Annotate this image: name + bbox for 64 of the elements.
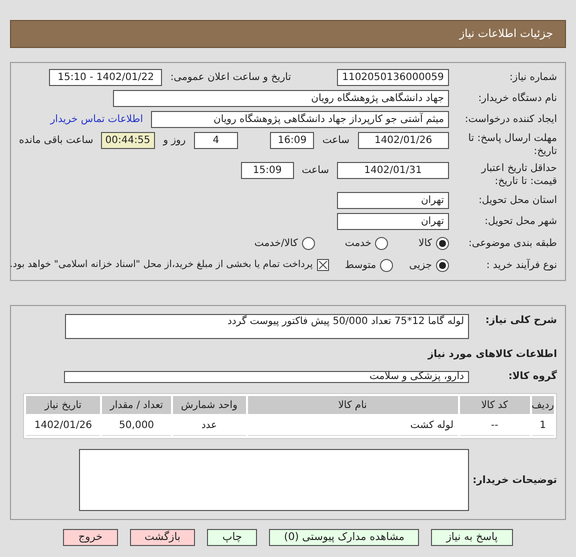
table-cell: 1 (532, 416, 554, 436)
action-button[interactable]: مشاهده مدارک پیوستی (0) (268, 529, 420, 546)
field-label: استان محل تحویل: (478, 194, 557, 207)
cross-icon (318, 261, 327, 269)
field-label: ساعت (302, 164, 329, 178)
field-label: روز و (163, 134, 186, 148)
header-title: جزئیات اطلاعات نیاز (459, 26, 553, 42)
text-field[interactable]: 1402/01/22 - 15:10 (49, 69, 162, 86)
action-button[interactable]: بازگشت (130, 529, 196, 546)
field-label: شماره نیاز: (508, 71, 557, 84)
radio-button[interactable] (436, 258, 449, 272)
radio-button[interactable] (436, 236, 449, 250)
field-label: ایجاد کننده درخواست: (464, 113, 557, 126)
field-label: مهلت ارسال پاسخ: تا تاریخ: (467, 132, 557, 158)
text-field[interactable]: 1102050136000059 (337, 69, 449, 86)
column-header: واحد شمارش (172, 396, 246, 414)
table-cell: 1402/01/26 (26, 416, 100, 436)
text-field[interactable]: 4 (194, 132, 238, 149)
column-header: تاریخ نیاز (26, 396, 100, 414)
checkbox[interactable] (316, 259, 329, 271)
field-label: متوسط (344, 258, 376, 272)
table-cell: لوله کشت (248, 416, 458, 436)
field-label: نام دستگاه خریدار: (477, 92, 557, 105)
field-label: تاریخ و ساعت اعلان عمومی: (170, 71, 291, 85)
group-field[interactable]: دارو، پزشکی و سلامت (64, 370, 469, 382)
field-label: خدمت (344, 236, 372, 250)
radio-button[interactable] (380, 258, 394, 272)
table-cell: -- (460, 416, 530, 436)
field-label: ساعت باقی مانده (19, 134, 94, 148)
radio-button[interactable] (302, 236, 315, 250)
text-field[interactable]: 15:09 (240, 162, 294, 179)
action-button[interactable]: پاسخ به نیاز (431, 529, 513, 546)
text-field[interactable]: 00:44:55 (101, 132, 156, 149)
text-field[interactable]: جهاد دانشگاهی پژوهشگاه رویان (113, 90, 449, 107)
column-header: ردیف (532, 396, 554, 414)
section-title: اطلاعات کالاهای مورد نیاز (426, 348, 557, 362)
column-header: تعداد / مقدار (102, 396, 171, 414)
field-label: حداقل تاریخ اعتبار قیمت: تا تاریخ: (480, 162, 557, 188)
field-label: شهر محل تحویل: (484, 215, 557, 228)
description-field[interactable]: لوله گاما 12*75 تعداد 50/000 پیش فاکتور پیوست گردد (65, 314, 469, 339)
text-field[interactable]: 1402/01/26 (358, 132, 449, 149)
radio-button[interactable] (375, 236, 388, 250)
text-field[interactable]: تهران (337, 192, 449, 209)
table-cell: عدد (172, 416, 246, 436)
column-header: کد کالا (460, 396, 530, 414)
field-label: پرداخت تمام یا بخشی از مبلغ خرید،از محل "اسناد خزانه اسلامی" خواهد بود. (10, 258, 313, 272)
action-button[interactable]: چاپ (207, 529, 257, 546)
contact-link[interactable]: اطلاعات تماس خریدار (50, 112, 143, 127)
action-button[interactable]: خروج (63, 529, 118, 546)
text-field[interactable]: تهران (337, 213, 449, 230)
text-field[interactable]: میثم آشتی جو کارپرداز جهاد دانشگاهی پژوهشگاه رویان (151, 111, 449, 128)
field-label: طبقه بندی موضوعی: (468, 236, 557, 250)
notes-field[interactable] (79, 449, 469, 511)
text-field[interactable]: 16:09 (270, 132, 314, 149)
field-label: کالا (418, 236, 432, 250)
field-label: گروه کالا: (507, 370, 557, 383)
field-label: ساعت (322, 134, 350, 148)
field-label: جزیی (409, 258, 432, 272)
column-header: نام کالا (248, 396, 458, 414)
field-label: شرح کلی نیاز: (484, 314, 557, 327)
field-label: کالا/خدمت (254, 236, 298, 250)
field-label: نوع فرآیند خرید : (485, 258, 557, 272)
table-cell: 50,000 (102, 416, 171, 436)
text-field[interactable]: 1402/01/31 (337, 162, 449, 179)
